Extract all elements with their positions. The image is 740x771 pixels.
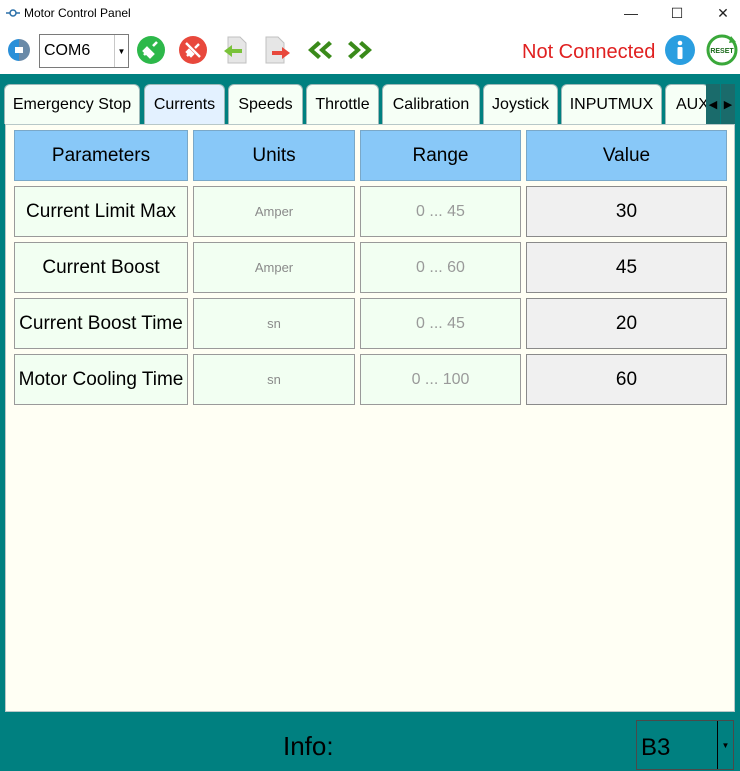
tab-currents[interactable]: Currents: [144, 84, 225, 124]
tab-bar: Emergency Stop Currents Speeds Throttle …: [4, 84, 736, 124]
param-value-input[interactable]: 45: [526, 242, 727, 293]
maximize-button[interactable]: ☐: [654, 0, 700, 26]
tab-scroll-left-icon[interactable]: ◀: [706, 84, 720, 124]
connection-status: Not Connected: [522, 41, 656, 63]
tab-aux[interactable]: AUX: [665, 84, 709, 124]
plug-connect-icon[interactable]: [136, 35, 166, 65]
port-value: COM6: [44, 42, 91, 59]
title-bar: Motor Control Panel — ☐ ✕: [0, 0, 740, 26]
tab-calibration[interactable]: Calibration: [382, 84, 480, 124]
reset-label: RESET: [710, 48, 734, 55]
header-parameters: Parameters: [14, 130, 188, 181]
tab-speeds[interactable]: Speeds: [228, 84, 303, 124]
param-name: Motor Cooling Time: [14, 354, 188, 405]
next-icon[interactable]: [346, 35, 376, 65]
param-value-input[interactable]: 30: [526, 186, 727, 237]
upload-icon[interactable]: [262, 35, 292, 65]
param-range: 0 ... 45: [360, 186, 521, 237]
device-select-value: B3: [641, 734, 671, 761]
port-select[interactable]: COM6 ▼: [39, 34, 129, 68]
app-logo-icon: [6, 9, 20, 17]
download-icon[interactable]: [220, 35, 250, 65]
previous-icon[interactable]: [304, 35, 334, 65]
info-label: Info:: [283, 731, 334, 761]
param-range: 0 ... 60: [360, 242, 521, 293]
param-value-input[interactable]: 60: [526, 354, 727, 405]
header-value: Value: [526, 130, 727, 181]
close-button[interactable]: ✕: [700, 0, 740, 26]
param-range: 0 ... 45: [360, 298, 521, 349]
tab-throttle[interactable]: Throttle: [306, 84, 379, 124]
tab-joystick[interactable]: Joystick: [483, 84, 558, 124]
param-unit: Amper: [193, 242, 355, 293]
currents-panel: Parameters Units Range Value Current Lim…: [5, 124, 735, 712]
header-units: Units: [193, 130, 355, 181]
tab-emergency-stop[interactable]: Emergency Stop: [4, 84, 140, 124]
param-name: Current Limit Max: [14, 186, 188, 237]
chevron-down-icon[interactable]: ▼: [114, 35, 128, 67]
tab-scroll-right-icon[interactable]: ▶: [721, 84, 735, 124]
param-unit: sn: [193, 354, 355, 405]
connection-logo-icon: [8, 39, 30, 61]
minimize-button[interactable]: —: [608, 0, 654, 26]
param-unit: Amper: [193, 186, 355, 237]
info-icon[interactable]: [664, 34, 696, 66]
window-title: Motor Control Panel: [24, 6, 131, 20]
param-value-input[interactable]: 20: [526, 298, 727, 349]
header-range: Range: [360, 130, 521, 181]
param-name: Current Boost Time: [14, 298, 188, 349]
reset-icon[interactable]: RESET: [705, 33, 739, 67]
tab-inputmux[interactable]: INPUTMUX: [561, 84, 662, 124]
param-range: 0 ... 100: [360, 354, 521, 405]
device-select[interactable]: B3 ▼: [636, 720, 734, 770]
plug-disconnect-icon[interactable]: [178, 35, 208, 65]
param-name: Current Boost: [14, 242, 188, 293]
param-unit: sn: [193, 298, 355, 349]
chevron-down-icon[interactable]: ▼: [717, 721, 733, 769]
